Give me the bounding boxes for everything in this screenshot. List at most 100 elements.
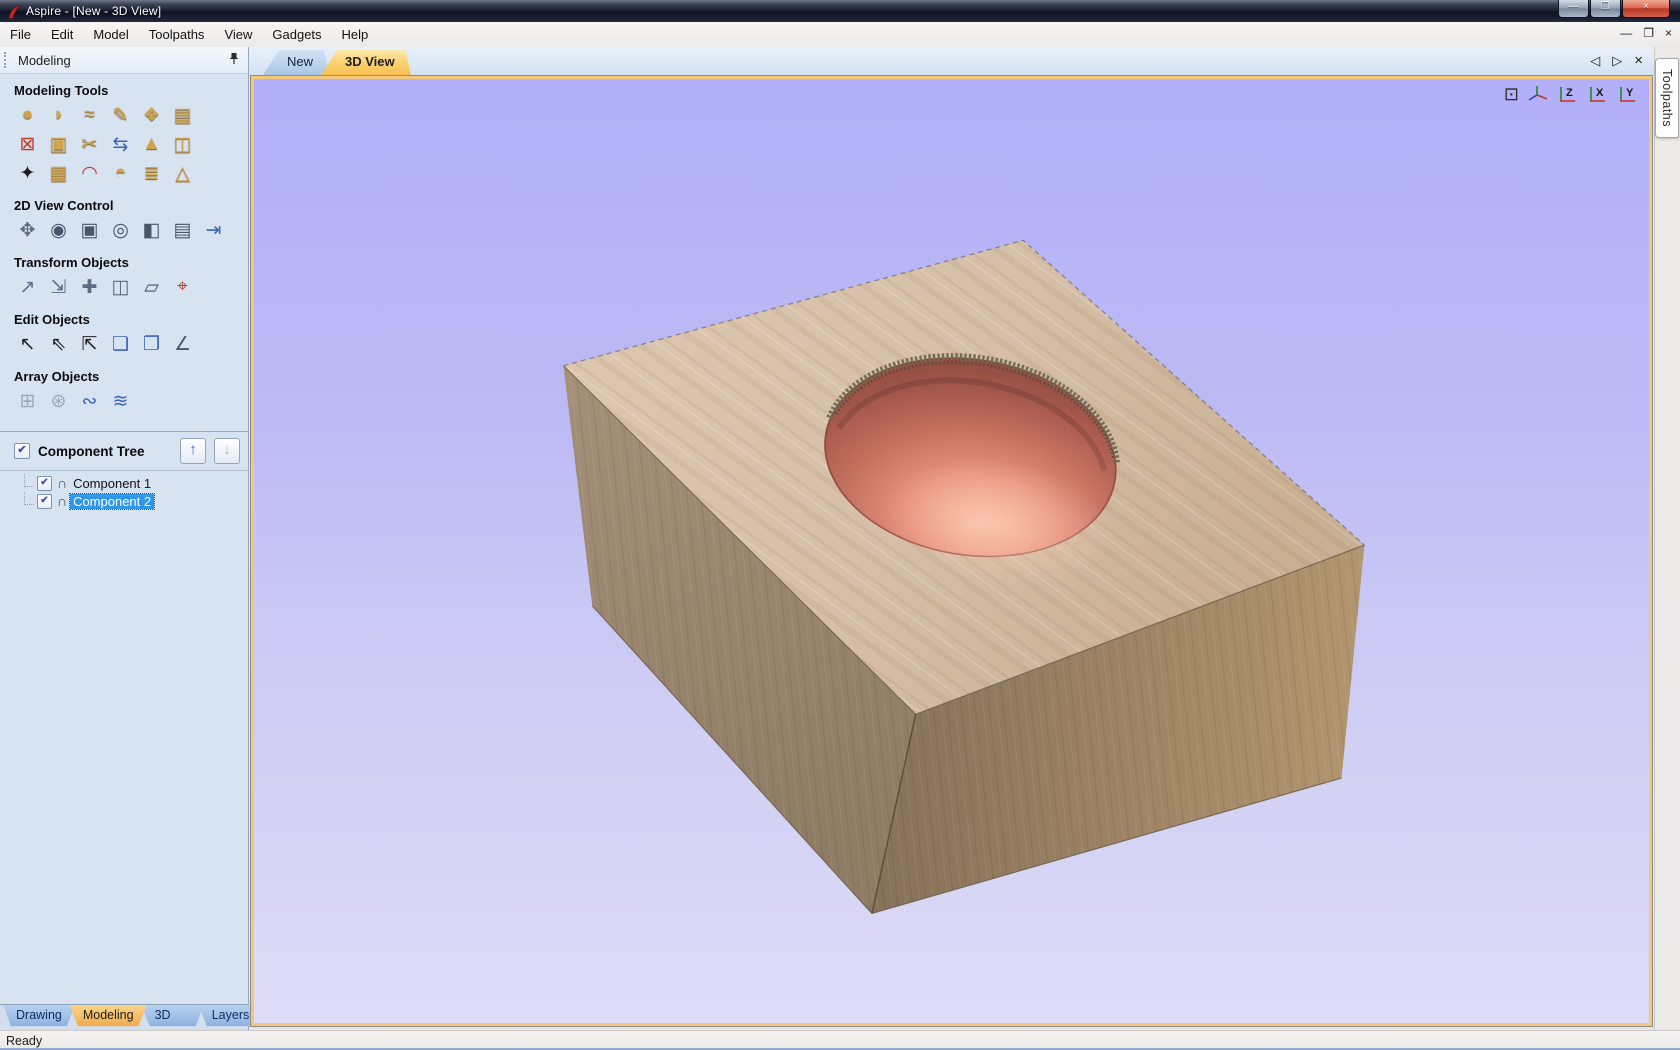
status-bar: Ready bbox=[0, 1030, 1680, 1050]
panel-sections: Modeling Tools●◗≈✎❖▤⊠▣✂⇆▲◫✦▦◠◓≣△2D View … bbox=[0, 74, 248, 417]
mdi-minimize-button[interactable]: — bbox=[1620, 26, 1632, 41]
component-visibility-checkbox[interactable]: ✔ bbox=[37, 476, 52, 491]
component-tree-checkbox[interactable]: ✔ bbox=[14, 443, 30, 459]
modeling-panel: Modeling Modeling Tools●◗≈✎❖▤⊠▣✂⇆▲◫✦▦◠◓≣… bbox=[0, 47, 249, 1031]
panel-title: Modeling bbox=[18, 53, 71, 68]
extrude-and-weave-icon[interactable]: ≈ bbox=[76, 102, 103, 128]
trim-model-icon[interactable]: ✂ bbox=[76, 131, 103, 157]
plan-view-z-icon[interactable]: Z bbox=[1556, 84, 1579, 104]
set-size-icon[interactable]: ⇲ bbox=[45, 274, 72, 300]
panel-tab-modeling[interactable]: Modeling bbox=[70, 1005, 147, 1027]
two-sided-model-icon[interactable]: ◓ bbox=[107, 160, 134, 186]
move-object-icon[interactable]: ↗ bbox=[14, 274, 41, 300]
zoom-interactive-icon[interactable]: ◉ bbox=[45, 217, 72, 243]
tree-item: ✔ ∩Component 1 bbox=[24, 474, 248, 492]
section-title: Edit Objects bbox=[14, 312, 248, 327]
viewport-3d[interactable]: ⊡ Z XY bbox=[250, 75, 1653, 1027]
sculpt-tool-icon[interactable]: ✦ bbox=[14, 160, 41, 186]
add-zero-plane-icon[interactable]: ▲ bbox=[138, 131, 165, 157]
menu-item-model[interactable]: Model bbox=[83, 24, 138, 45]
distort-object-icon[interactable]: ▱ bbox=[138, 274, 165, 300]
emboss-model-icon[interactable]: ◫ bbox=[169, 131, 196, 157]
tab-navigation: ◁ ▷ × bbox=[1590, 52, 1643, 69]
menu-item-view[interactable]: View bbox=[214, 24, 262, 45]
center-in-material-icon[interactable]: ⌖ bbox=[169, 274, 196, 300]
window-controls: — ❐ × bbox=[1557, 0, 1670, 18]
copy-along-curve-icon[interactable]: ∾ bbox=[76, 388, 103, 414]
zoom-selected-icon[interactable]: ◎ bbox=[107, 217, 134, 243]
toggle-toolbar-view-icon[interactable]: ▤ bbox=[169, 217, 196, 243]
group-objects-icon[interactable]: ❏ bbox=[107, 331, 134, 357]
import-clipart-icon[interactable]: ❖ bbox=[138, 102, 165, 128]
menu-item-toolpaths[interactable]: Toolpaths bbox=[139, 24, 215, 45]
ungroup-objects-icon[interactable]: ❐ bbox=[138, 331, 165, 357]
create-shape-icon[interactable]: ● bbox=[14, 102, 41, 128]
zoom-extents-3d-icon[interactable]: ⊡ bbox=[1504, 84, 1519, 104]
tree-item: ✔∩Component 2 bbox=[24, 492, 248, 510]
restore-button[interactable]: ❐ bbox=[1590, 0, 1621, 18]
status-text: Ready bbox=[6, 1034, 42, 1048]
clear-model-icon[interactable]: ⊠ bbox=[14, 131, 41, 157]
create-texture-icon[interactable]: ✎ bbox=[107, 102, 134, 128]
component-tree-title: Component Tree bbox=[38, 444, 172, 459]
svg-text:X: X bbox=[1596, 87, 1604, 99]
offset-model-icon[interactable]: ⇆ bbox=[107, 131, 134, 157]
panel-section: Modeling Tools ●◗≈✎❖▤ ⊠▣✂⇆▲◫ ✦▦◠◓≣△ bbox=[14, 83, 248, 189]
component-folder-icon[interactable]: ▤ bbox=[169, 102, 196, 128]
align-objects-icon[interactable]: ✚ bbox=[76, 274, 103, 300]
texture-area-icon[interactable]: ▦ bbox=[45, 160, 72, 186]
panel-section: Edit Objects ↖⇖⇱❏❐∠ bbox=[14, 312, 248, 360]
menu-item-edit[interactable]: Edit bbox=[41, 24, 83, 45]
pin-icon[interactable] bbox=[229, 52, 239, 65]
pan-view-icon[interactable]: ✥ bbox=[14, 217, 41, 243]
measure-tool-icon[interactable]: ∠ bbox=[169, 331, 196, 357]
slice-model-icon[interactable]: ≣ bbox=[138, 160, 165, 186]
mdi-close-button[interactable]: × bbox=[1665, 26, 1672, 41]
linear-array-icon[interactable]: ⊞ bbox=[14, 388, 41, 414]
component-label[interactable]: Component 1 bbox=[70, 476, 154, 491]
side-view-y-icon[interactable]: Y bbox=[1616, 84, 1639, 104]
side-view-x-icon[interactable]: X bbox=[1586, 84, 1609, 104]
zoom-box-icon[interactable]: ▣ bbox=[76, 217, 103, 243]
dome-shape-icon[interactable]: ◠ bbox=[76, 160, 103, 186]
panel-grip-handle[interactable] bbox=[4, 52, 10, 68]
panel-tab-3d-clipart[interactable]: 3D Clipart bbox=[142, 1005, 204, 1027]
wireframe-model-icon[interactable]: △ bbox=[169, 160, 196, 186]
smooth-model-icon[interactable]: ▣ bbox=[45, 131, 72, 157]
component-label[interactable]: Component 2 bbox=[70, 494, 154, 509]
move-component-down-button[interactable]: ↓ bbox=[214, 438, 240, 464]
toolpaths-tab[interactable]: Toolpaths bbox=[1655, 58, 1679, 138]
vector-texture-icon[interactable]: ≋ bbox=[107, 388, 134, 414]
menu-bar: FileEditModelToolpathsViewGadgetsHelp — … bbox=[0, 22, 1680, 48]
close-button[interactable]: × bbox=[1622, 0, 1670, 18]
mdi-restore-button[interactable]: ❐ bbox=[1643, 26, 1654, 41]
document-tab-new[interactable]: New bbox=[263, 50, 329, 75]
close-tab-icon[interactable]: × bbox=[1634, 52, 1643, 69]
icon-grid: ⊞⊛∾≋ bbox=[14, 388, 200, 417]
panel-tab-drawing[interactable]: Drawing bbox=[3, 1005, 75, 1027]
section-title: Array Objects bbox=[14, 369, 248, 384]
toggle-2d-window-icon[interactable]: ◧ bbox=[138, 217, 165, 243]
switch-2d-3d-view-icon[interactable]: ⇥ bbox=[200, 217, 227, 243]
previous-tab-icon[interactable]: ◁ bbox=[1590, 53, 1600, 69]
isometric-view-icon[interactable] bbox=[1526, 84, 1549, 104]
menu-item-file[interactable]: File bbox=[0, 24, 41, 45]
panel-section: Transform Objects↗⇲✚◫▱⌖ bbox=[14, 255, 248, 303]
menu-item-help[interactable]: Help bbox=[332, 24, 379, 45]
menu-item-gadgets[interactable]: Gadgets bbox=[262, 24, 331, 45]
circular-array-icon[interactable]: ⊛ bbox=[45, 388, 72, 414]
move-component-up-button[interactable]: ↑ bbox=[180, 438, 206, 464]
select-tool-icon[interactable]: ↖ bbox=[14, 331, 41, 357]
minimize-button[interactable]: — bbox=[1558, 0, 1589, 18]
two-rail-sweep-icon[interactable]: ◗ bbox=[45, 102, 72, 128]
next-tab-icon[interactable]: ▷ bbox=[1612, 53, 1622, 69]
section-title: Modeling Tools bbox=[14, 83, 248, 98]
component-icon: ∩ bbox=[57, 475, 67, 491]
document-tab-3d-view[interactable]: 3D View bbox=[321, 50, 411, 75]
component-visibility-checkbox[interactable]: ✔ bbox=[37, 494, 52, 509]
icon-grid: ↗⇲✚◫▱⌖ bbox=[14, 274, 200, 303]
transform-tool-icon[interactable]: ⇱ bbox=[76, 331, 103, 357]
document-tab-row: New3D View ◁ ▷ × bbox=[249, 47, 1655, 75]
node-edit-tool-icon[interactable]: ⇖ bbox=[45, 331, 72, 357]
mirror-object-icon[interactable]: ◫ bbox=[107, 274, 134, 300]
